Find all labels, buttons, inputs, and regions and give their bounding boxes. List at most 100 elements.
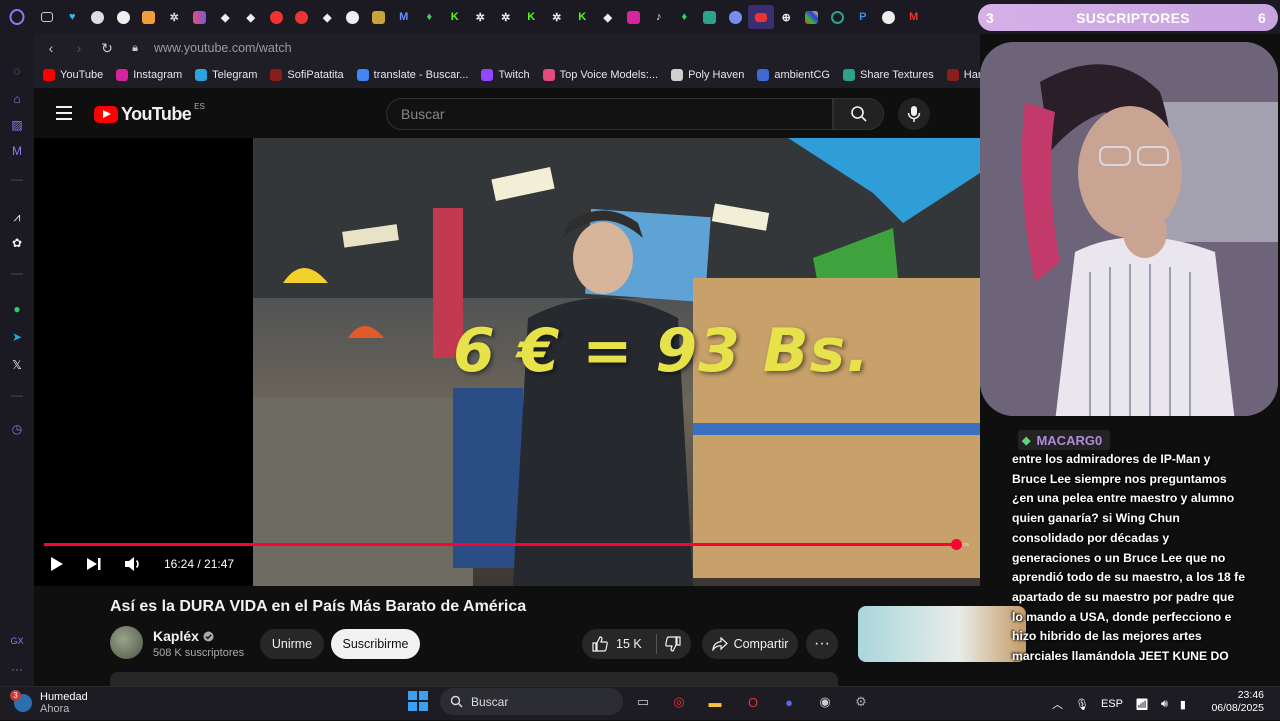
join-button[interactable]: Unirme xyxy=(260,629,324,659)
tab-icon[interactable]: ✲ xyxy=(544,5,570,29)
bookmark-item[interactable]: SofiPatatita xyxy=(270,69,344,81)
bookmark-item[interactable]: Top Voice Models:... xyxy=(542,69,658,81)
discord-icon[interactable]: ● xyxy=(778,691,800,713)
progress-bar[interactable] xyxy=(44,539,969,550)
file-explorer-icon[interactable]: ▬ xyxy=(704,691,726,713)
taskbar-clock[interactable]: 23:46 06/08/2025 xyxy=(1208,689,1264,715)
bookmark-item[interactable]: Poly Haven xyxy=(671,69,744,81)
tab-icon[interactable] xyxy=(187,5,213,29)
forward-arrow-icon[interactable]: › xyxy=(68,40,90,56)
like-icon[interactable] xyxy=(592,636,608,652)
tab-icon[interactable] xyxy=(34,5,60,29)
tab-icon[interactable] xyxy=(289,5,315,29)
volume-icon[interactable] xyxy=(124,556,142,572)
opera-icon[interactable]: O xyxy=(742,691,764,713)
tab-icon[interactable]: ♪ xyxy=(646,5,672,29)
speaker-icon[interactable]: 🔊︎ xyxy=(1161,698,1168,711)
bookmark-item[interactable]: YouTube xyxy=(43,69,103,81)
tab-icon[interactable]: ✲ xyxy=(493,5,519,29)
tab-icon[interactable] xyxy=(366,5,392,29)
sidebar-whatsapp-icon[interactable]: ● xyxy=(8,300,26,318)
tab-icon[interactable] xyxy=(825,5,851,29)
tab-icon[interactable] xyxy=(85,5,111,29)
tab-icon[interactable] xyxy=(340,5,366,29)
bookmark-item[interactable]: translate - Buscar... xyxy=(356,69,468,81)
sidebar-aria-icon[interactable]: ◌ xyxy=(8,62,26,80)
chevron-up-icon[interactable]: ︿ xyxy=(1052,696,1063,712)
search-button[interactable] xyxy=(833,98,884,130)
channel-avatar[interactable] xyxy=(110,626,143,659)
dislike-icon[interactable] xyxy=(664,636,681,652)
sidebar-x-icon[interactable]: 𝕏 xyxy=(8,356,26,374)
subscribe-button[interactable]: Suscribirme xyxy=(331,629,420,659)
tab-icon[interactable]: ◆ xyxy=(238,5,264,29)
tab-icon[interactable]: P xyxy=(850,5,876,29)
tab-icon[interactable] xyxy=(723,5,749,29)
sidebar-more-icon[interactable]: ··· xyxy=(8,660,26,678)
bookmark-item[interactable]: Telegram xyxy=(195,69,257,81)
tab-icon[interactable]: ♦ xyxy=(417,5,443,29)
video-player[interactable]: 6 € = 93 Bs. 16:24 / 21:47 xyxy=(34,138,980,586)
taskbar-search[interactable]: Buscar xyxy=(440,688,623,715)
bookmark-item[interactable]: ambientCG xyxy=(757,69,830,81)
tab-icon[interactable] xyxy=(136,5,162,29)
progress-scrubber[interactable] xyxy=(951,539,963,550)
opera-logo-icon[interactable] xyxy=(0,9,34,25)
sidebar-pattern-icon[interactable]: ▨ xyxy=(8,116,26,134)
menu-icon[interactable] xyxy=(56,106,72,120)
tab-icon[interactable] xyxy=(264,5,290,29)
bookmark-item[interactable]: Har xyxy=(946,69,980,81)
youtube-logo[interactable]: YouTube ES xyxy=(94,102,205,125)
sidebar-chatgpt-icon[interactable]: ✿ xyxy=(8,234,26,252)
task-view-icon[interactable]: ▭ xyxy=(632,691,654,713)
sidebar-arrow-icon[interactable]: ⩘ xyxy=(8,208,26,226)
tab-icon[interactable] xyxy=(697,5,723,29)
share-button[interactable]: Compartir xyxy=(702,629,798,659)
tab-icon[interactable] xyxy=(621,5,647,29)
tab-icon[interactable]: ⊕ xyxy=(774,5,800,29)
tab-icon[interactable] xyxy=(111,5,137,29)
windows-start-icon[interactable] xyxy=(408,691,428,711)
tab-icon-active[interactable] xyxy=(748,5,774,29)
wifi-icon[interactable]: 📶︎ xyxy=(1135,698,1149,711)
tab-icon[interactable]: ♥ xyxy=(60,5,86,29)
microphone-tray-icon[interactable]: 🎙︎ xyxy=(1075,698,1089,711)
tab-icon[interactable]: K xyxy=(570,5,596,29)
url-field[interactable]: www.youtube.com/watch xyxy=(154,41,292,55)
settings-gear-icon[interactable]: ⚙ xyxy=(850,691,872,713)
voice-search-button[interactable] xyxy=(898,98,930,130)
tab-icon[interactable]: ✲ xyxy=(468,5,494,29)
more-actions-button[interactable]: ··· xyxy=(806,629,838,659)
sidebar-telegram-icon[interactable]: ➤ xyxy=(8,328,26,346)
tab-icon[interactable] xyxy=(799,5,825,29)
obs-icon[interactable]: ◉ xyxy=(814,691,836,713)
tab-icon[interactable] xyxy=(876,5,902,29)
play-icon[interactable] xyxy=(50,556,64,572)
sidebar-bag-icon[interactable]: ⌂ xyxy=(8,90,26,108)
weather-widget[interactable]: 3 Humedad Ahora xyxy=(10,690,88,715)
channel-name-row[interactable]: Kapléx xyxy=(153,628,214,644)
like-count[interactable]: 15 K xyxy=(616,637,642,651)
description-box[interactable] xyxy=(110,672,838,686)
tab-icon[interactable]: ◆ xyxy=(213,5,239,29)
recommended-video-thumbnail[interactable] xyxy=(858,606,1026,662)
tab-icon[interactable]: M xyxy=(391,5,417,29)
tab-icon[interactable]: ✲ xyxy=(162,5,188,29)
reload-icon[interactable]: ↻ xyxy=(96,40,118,57)
tab-icon[interactable]: ◆ xyxy=(315,5,341,29)
tab-icon[interactable]: ◆ xyxy=(595,5,621,29)
next-icon[interactable] xyxy=(86,557,102,571)
tab-icon[interactable]: K xyxy=(519,5,545,29)
tab-icon[interactable]: K xyxy=(442,5,468,29)
sidebar-history-icon[interactable]: ◷ xyxy=(8,420,26,438)
search-input[interactable]: Buscar xyxy=(386,98,833,130)
opera-gx-icon[interactable]: ◎ xyxy=(668,691,690,713)
tab-icon[interactable]: M xyxy=(901,5,927,29)
bookmark-item[interactable]: Instagram xyxy=(116,69,182,81)
bookmark-item[interactable]: Twitch xyxy=(481,69,530,81)
battery-icon[interactable]: ▮ xyxy=(1180,698,1186,711)
tab-icon[interactable]: ♦ xyxy=(672,5,698,29)
sidebar-gx-icon[interactable]: GX xyxy=(8,632,26,650)
bookmark-item[interactable]: Share Textures xyxy=(842,69,934,81)
sidebar-m-icon[interactable]: M xyxy=(8,142,26,160)
